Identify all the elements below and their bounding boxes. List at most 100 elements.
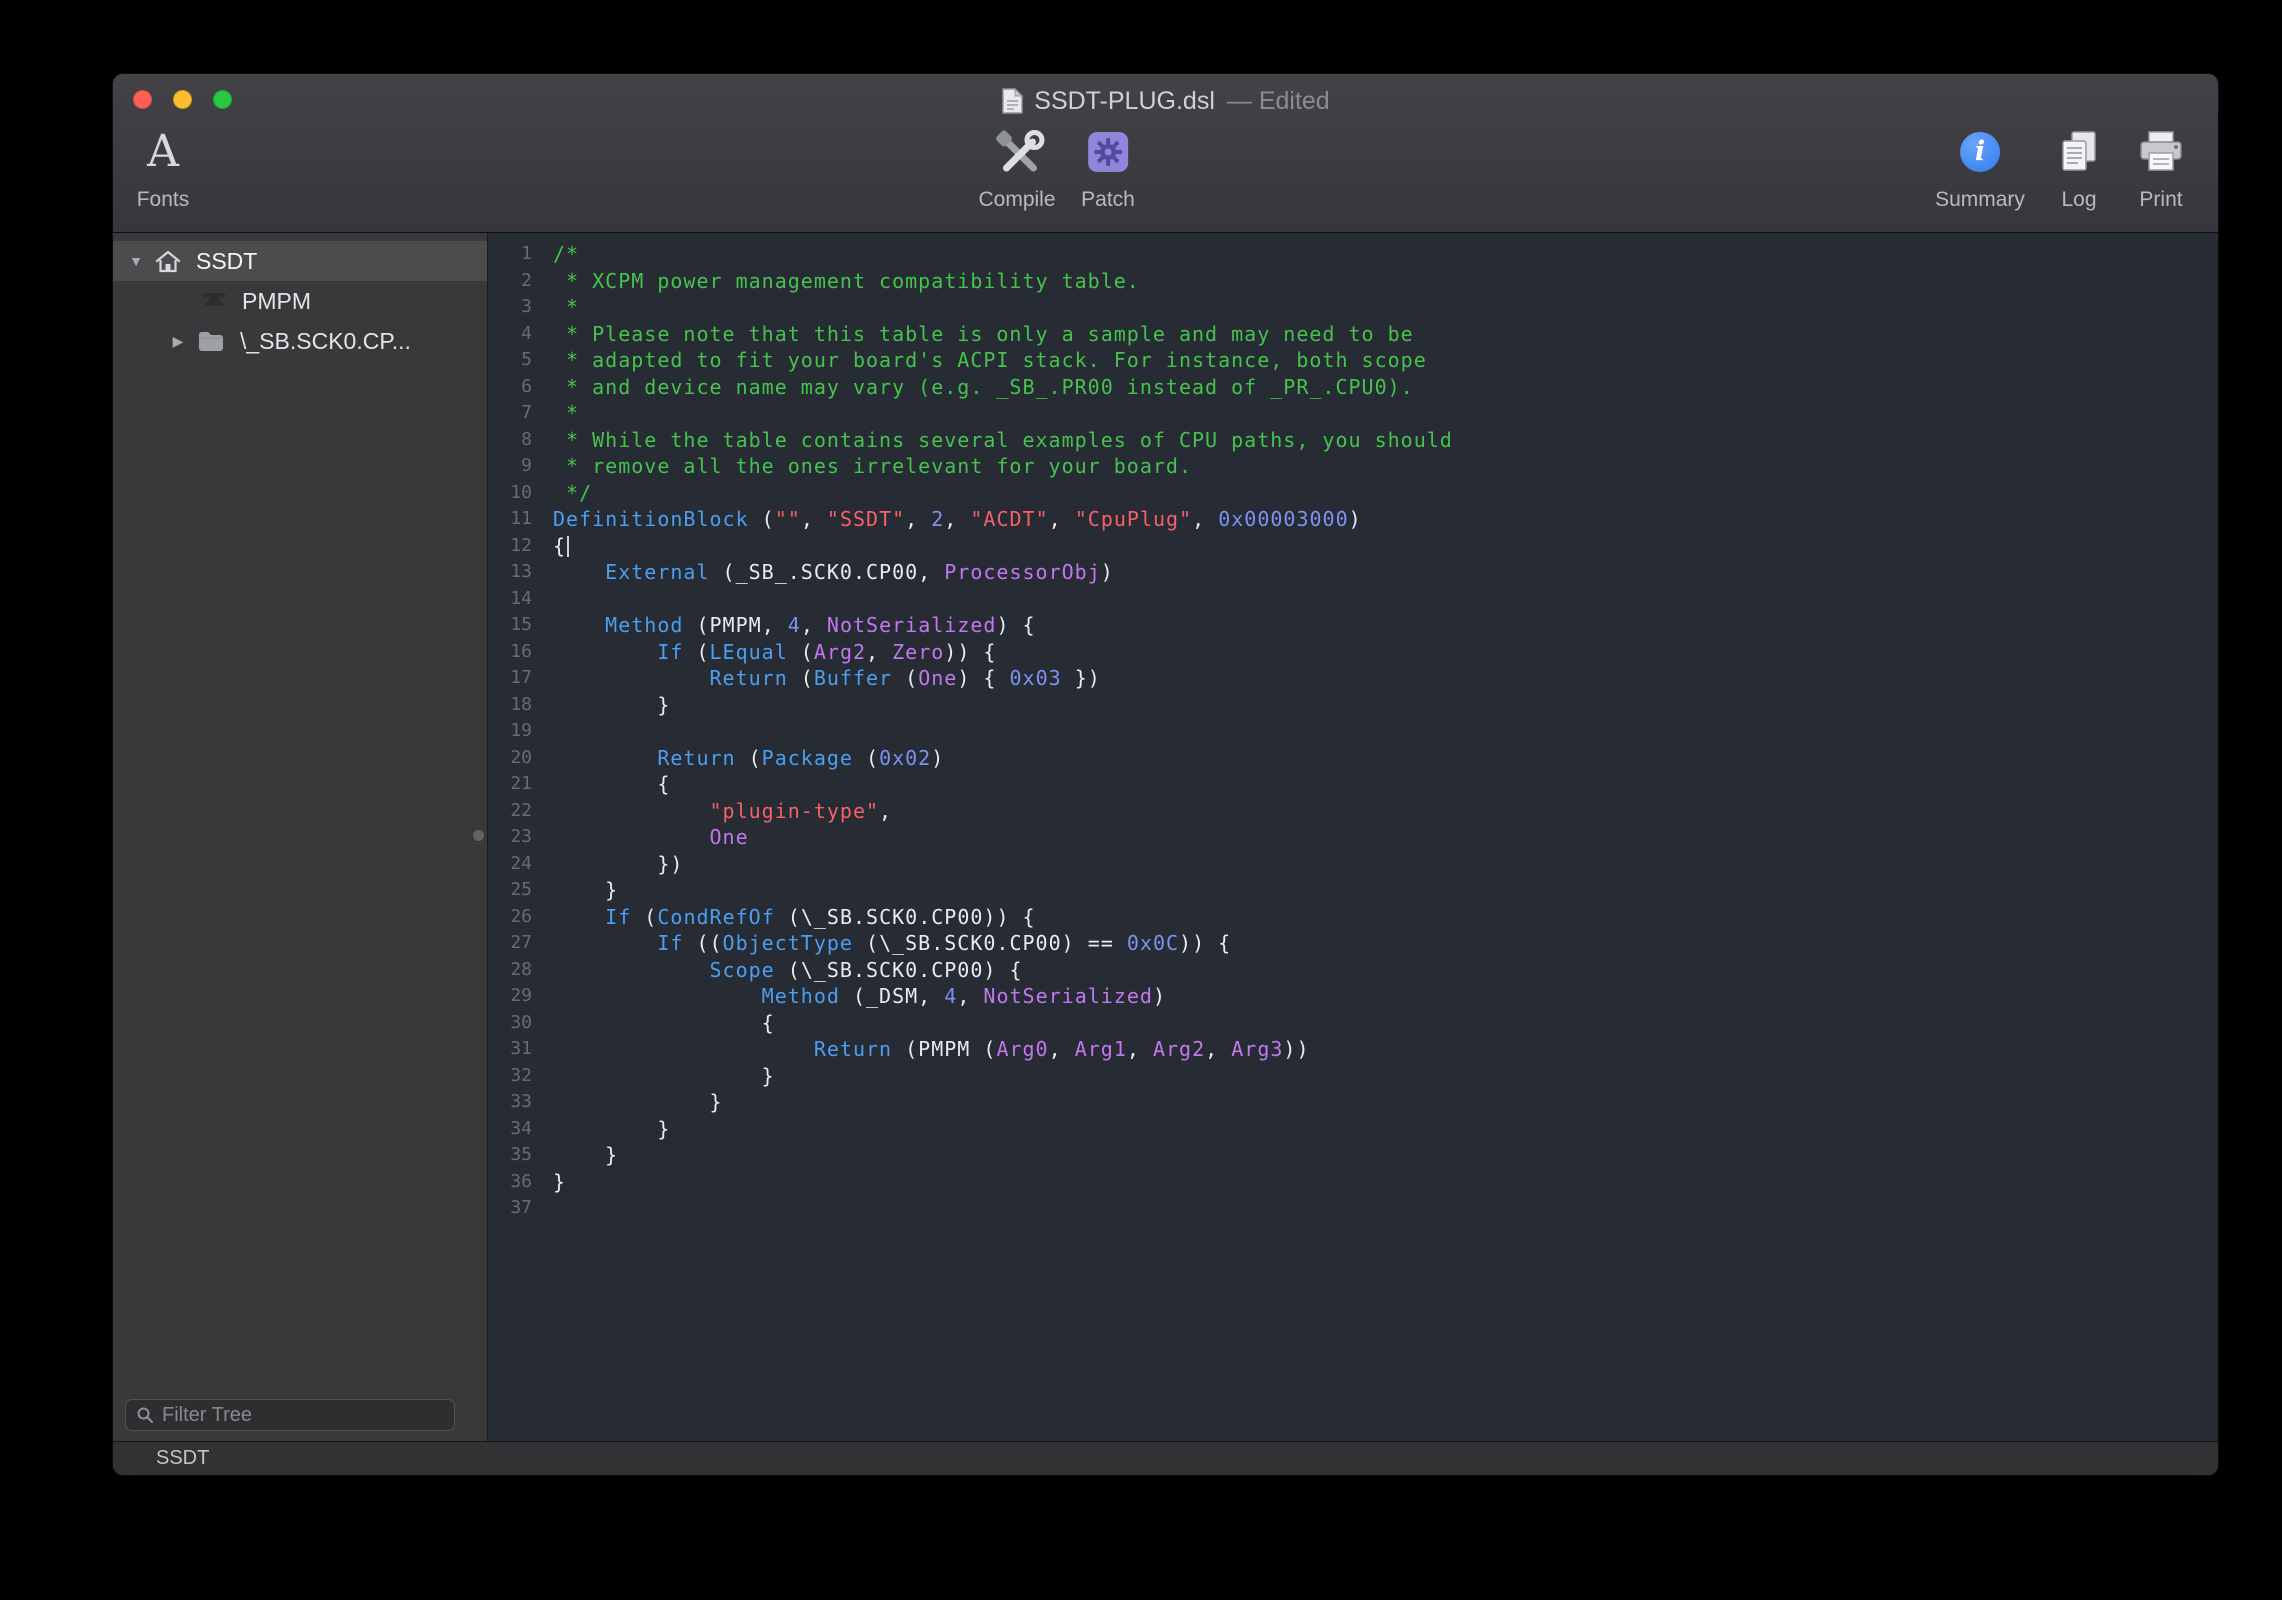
code-text: } bbox=[553, 1089, 723, 1116]
code-line[interactable]: 11DefinitionBlock ("", "SSDT", 2, "ACDT"… bbox=[488, 506, 2218, 533]
code-line[interactable]: 19 bbox=[488, 718, 2218, 745]
window-title-edited: — Edited bbox=[1227, 87, 1330, 116]
code-line[interactable]: 28 Scope (\_SB.SCK0.CP00) { bbox=[488, 957, 2218, 984]
code-text: } bbox=[553, 692, 670, 719]
window-content: ▼SSDT PMPM ▶ \_SB.SCK0.CP... 1/*2 * XCPM po… bbox=[113, 233, 2218, 1441]
code-line[interactable]: 29 Method (_DSM, 4, NotSerialized) bbox=[488, 983, 2218, 1010]
code-line[interactable]: 3 * bbox=[488, 294, 2218, 321]
fonts-icon: A bbox=[147, 130, 179, 174]
code-text: Return (PMPM (Arg0, Arg1, Arg2, Arg3)) bbox=[553, 1036, 1310, 1063]
fonts-label: Fonts bbox=[137, 188, 190, 212]
code-line[interactable]: 26 If (CondRefOf (\_SB.SCK0.CP00)) { bbox=[488, 904, 2218, 931]
code-line[interactable]: 32 } bbox=[488, 1063, 2218, 1090]
line-number: 13 bbox=[488, 559, 532, 586]
code-line[interactable]: 33 } bbox=[488, 1089, 2218, 1116]
line-number: 2 bbox=[488, 268, 532, 295]
line-number: 24 bbox=[488, 851, 532, 878]
code-line[interactable]: 24 }) bbox=[488, 851, 2218, 878]
compile-tools-icon bbox=[990, 118, 1044, 186]
line-number: 25 bbox=[488, 877, 532, 904]
summary-button[interactable]: i Summary bbox=[1935, 118, 2025, 212]
code-line[interactable]: 31 Return (PMPM (Arg0, Arg1, Arg2, Arg3)… bbox=[488, 1036, 2218, 1063]
code-line[interactable]: 5 * adapted to fit your board's ACPI sta… bbox=[488, 347, 2218, 374]
code-line[interactable]: 34 } bbox=[488, 1116, 2218, 1143]
code-text: * and device name may vary (e.g. _SB_.PR… bbox=[553, 374, 1414, 401]
code-line[interactable]: 1/* bbox=[488, 241, 2218, 268]
code-line[interactable]: 27 If ((ObjectType (\_SB.SCK0.CP00) == 0… bbox=[488, 930, 2218, 957]
code-text: * XCPM power management compatibility ta… bbox=[553, 268, 1140, 295]
code-line[interactable]: 25 } bbox=[488, 877, 2218, 904]
document-proxy-icon[interactable] bbox=[1001, 87, 1024, 115]
code-line[interactable]: 7 * bbox=[488, 400, 2218, 427]
code-line[interactable]: 30 { bbox=[488, 1010, 2218, 1037]
line-number: 7 bbox=[488, 400, 532, 427]
splitter-handle[interactable] bbox=[473, 830, 484, 841]
print-button[interactable]: Print bbox=[2137, 118, 2185, 212]
code-line[interactable]: 16 If (LEqual (Arg2, Zero)) { bbox=[488, 639, 2218, 666]
line-number: 10 bbox=[488, 480, 532, 507]
line-number: 17 bbox=[488, 665, 532, 692]
sidebar-item-ssdt[interactable]: ▼SSDT bbox=[113, 241, 487, 281]
code-line[interactable]: 23 One bbox=[488, 824, 2218, 851]
method-icon bbox=[201, 290, 227, 312]
code-text: Return (Package (0x02) bbox=[553, 745, 944, 772]
compile-button[interactable]: Compile bbox=[978, 118, 1055, 212]
code-line[interactable]: 14 bbox=[488, 586, 2218, 613]
line-number: 33 bbox=[488, 1089, 532, 1116]
code-line[interactable]: 9 * remove all the ones irrelevant for y… bbox=[488, 453, 2218, 480]
disclosure-right-icon[interactable]: ▶ bbox=[167, 333, 189, 350]
code-line[interactable]: 18 } bbox=[488, 692, 2218, 719]
code-text: * bbox=[553, 294, 579, 321]
code-text: * Please note that this table is only a … bbox=[553, 321, 1414, 348]
code-editor[interactable]: 1/*2 * XCPM power management compatibili… bbox=[488, 233, 2218, 1441]
code-line[interactable]: 2 * XCPM power management compatibility … bbox=[488, 268, 2218, 295]
code-line[interactable]: 12 { bbox=[488, 533, 2218, 560]
code-line[interactable]: 35 } bbox=[488, 1142, 2218, 1169]
code-line[interactable]: 13 External (_SB_.SCK0.CP00, ProcessorOb… bbox=[488, 559, 2218, 586]
line-number: 11 bbox=[488, 506, 532, 533]
sidebar-item-label: \_SB.SCK0.CP... bbox=[240, 328, 411, 355]
line-number: 18 bbox=[488, 692, 532, 719]
code-line[interactable]: 15 Method (PMPM, 4, NotSerialized) { bbox=[488, 612, 2218, 639]
sidebar-item-label: PMPM bbox=[242, 288, 311, 315]
patch-gear-icon bbox=[1087, 118, 1129, 186]
line-number: 28 bbox=[488, 957, 532, 984]
code-line[interactable]: 36} bbox=[488, 1169, 2218, 1196]
code-text: } bbox=[553, 1169, 566, 1196]
code-line[interactable]: 8 * While the table contains several exa… bbox=[488, 427, 2218, 454]
sidebar-item-pmpm[interactable]: PMPM bbox=[113, 281, 487, 321]
line-number: 16 bbox=[488, 639, 532, 666]
patch-label: Patch bbox=[1081, 188, 1135, 212]
code-line[interactable]: 20 Return (Package (0x02) bbox=[488, 745, 2218, 772]
code-line[interactable]: 21 { bbox=[488, 771, 2218, 798]
patch-button[interactable]: Patch bbox=[1081, 118, 1135, 212]
compile-label: Compile bbox=[978, 188, 1055, 212]
line-number: 12 bbox=[488, 533, 532, 560]
line-number: 30 bbox=[488, 1010, 532, 1037]
code-text: Return (Buffer (One) { 0x03 }) bbox=[553, 665, 1101, 692]
info-icon: i bbox=[1960, 132, 2000, 172]
line-number: 1 bbox=[488, 241, 532, 268]
window-title: SSDT-PLUG.dsl — Edited bbox=[113, 85, 2218, 117]
code-line[interactable]: 6 * and device name may vary (e.g. _SB_.… bbox=[488, 374, 2218, 401]
line-number: 9 bbox=[488, 453, 532, 480]
log-button[interactable]: Log bbox=[2056, 118, 2102, 212]
window-header: SSDT-PLUG.dsl — Edited A Fonts C bbox=[113, 74, 2218, 233]
line-number: 36 bbox=[488, 1169, 532, 1196]
print-label: Print bbox=[2139, 188, 2182, 212]
line-number: 31 bbox=[488, 1036, 532, 1063]
code-line[interactable]: 37 bbox=[488, 1195, 2218, 1222]
disclosure-down-icon[interactable]: ▼ bbox=[125, 253, 147, 269]
filter-tree-input[interactable] bbox=[162, 1404, 444, 1427]
code-text: If ((ObjectType (\_SB.SCK0.CP00) == 0x0C… bbox=[553, 930, 1231, 957]
code-line[interactable]: 4 * Please note that this table is only … bbox=[488, 321, 2218, 348]
code-line[interactable]: 22 "plugin-type", bbox=[488, 798, 2218, 825]
printer-icon bbox=[2137, 118, 2185, 186]
sidebar-item-sb-sck0-cp[interactable]: ▶ \_SB.SCK0.CP... bbox=[113, 321, 487, 361]
fonts-button[interactable]: A Fonts bbox=[137, 118, 190, 212]
code-text: */ bbox=[553, 480, 592, 507]
code-line[interactable]: 17 Return (Buffer (One) { 0x03 }) bbox=[488, 665, 2218, 692]
code-text: { bbox=[553, 533, 569, 560]
code-line[interactable]: 10 */ bbox=[488, 480, 2218, 507]
line-number: 23 bbox=[488, 824, 532, 851]
